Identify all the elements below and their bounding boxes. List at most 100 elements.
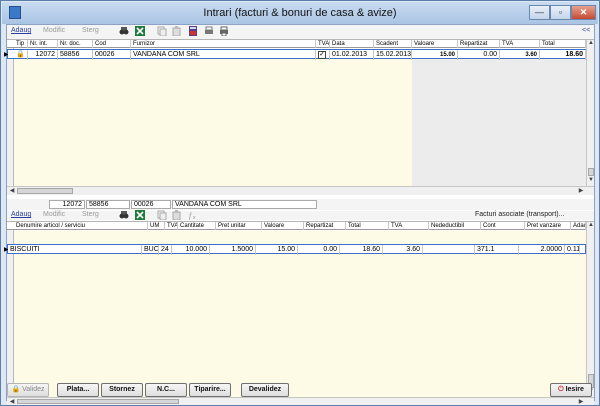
minimize-button[interactable]: —: [529, 5, 550, 20]
col-header[interactable]: Cod: [93, 40, 131, 48]
col-header[interactable]: Nr. int.: [28, 40, 58, 48]
documents-toolbar: Adaug Modific Sterg <<: [7, 25, 594, 39]
cell-repartizat: 0.00: [298, 245, 340, 255]
col-header[interactable]: TVA: [389, 222, 429, 230]
scroll-up-icon[interactable]: ▲: [587, 222, 595, 228]
summary-cod: 00026: [131, 200, 171, 209]
cell-scadent: 15.02.2013: [376, 50, 412, 60]
vertical-scrollbar[interactable]: ▲ ▼: [586, 222, 594, 397]
scroll-right-icon[interactable]: ▶: [577, 398, 585, 405]
cell-cont: 371.1: [475, 245, 519, 255]
col-header[interactable]: Pret vanzare: [525, 222, 571, 230]
col-header[interactable]: Valoare: [262, 222, 304, 230]
validate-label: Validez: [22, 386, 45, 393]
cell-nedeductibil: [423, 245, 475, 255]
horizontal-scrollbar[interactable]: ◀ ▶: [7, 397, 594, 405]
summary-furnizor: VANDANA COM SRL: [172, 200, 317, 209]
col-header[interactable]: Nr. doc.: [58, 40, 93, 48]
cell-cod: 00026: [93, 50, 131, 60]
scroll-down-icon[interactable]: ▼: [587, 177, 595, 183]
add-item-button[interactable]: Adaug: [11, 211, 31, 218]
payment-button[interactable]: Plata...: [57, 383, 99, 397]
excel-export-icon[interactable]: [135, 26, 145, 36]
cell-valoare: 15.00: [256, 245, 298, 255]
lock-icon: 🔒: [14, 50, 28, 60]
svg-text:x: x: [193, 215, 196, 220]
cell-pret-unitar: 1.5000: [210, 245, 256, 255]
horizontal-scrollbar[interactable]: ◀ ▶: [7, 186, 594, 195]
col-header[interactable]: Total: [346, 222, 389, 230]
cell-tva: 3.60: [383, 245, 423, 255]
associated-invoices-link[interactable]: Facturi asociate (transport)...: [475, 211, 564, 218]
accounting-note-button[interactable]: N.C...: [145, 383, 187, 397]
table-row[interactable]: ▶ BISCUITI BUC 24 10.000 1.5000 15.00 0.…: [4, 244, 586, 255]
paste-icon[interactable]: [172, 210, 182, 220]
cell-denumire: BISCUITI: [8, 245, 142, 255]
exit-button[interactable]: ⏻ Iesire: [550, 383, 592, 397]
cell-adaos: 0.11: [567, 245, 580, 255]
col-header[interactable]: Tip: [14, 40, 28, 48]
documents-grid-header: Tip Nr. int. Nr. doc. Cod Furnizor TVA i…: [7, 40, 586, 48]
col-header[interactable]: TVA: [500, 40, 540, 48]
maximize-button[interactable]: ▫: [550, 5, 571, 20]
edit-button[interactable]: Modific: [43, 27, 65, 34]
scroll-left-icon[interactable]: ◀: [8, 398, 16, 405]
close-button[interactable]: ✕: [571, 5, 596, 20]
col-header[interactable]: Valoare: [412, 40, 458, 48]
formula-icon[interactable]: fx: [188, 210, 198, 220]
items-grid: Denumire articol / serviciu UM TVA Canti…: [4, 221, 594, 405]
copy-icon[interactable]: [157, 26, 167, 36]
invalidate-button[interactable]: Devalidez: [241, 383, 289, 397]
col-header[interactable]: TVA: [165, 222, 178, 230]
cell-total: 18.60: [340, 245, 383, 255]
table-row[interactable]: ▶ 🔒 12072 58856 00026 VANDANA COM SRL ✓ …: [4, 49, 586, 60]
col-header[interactable]: Repartizat: [304, 222, 346, 230]
cell-tva: 3.60: [500, 50, 540, 60]
copy-icon[interactable]: [157, 210, 167, 220]
exit-icon: ⏻: [558, 386, 564, 393]
reverse-button[interactable]: Stornez: [101, 383, 143, 397]
col-header[interactable]: Denumire articol / serviciu: [14, 222, 148, 230]
paste-icon[interactable]: [172, 26, 182, 36]
col-header[interactable]: Adaos: [571, 222, 586, 230]
exit-label: Iesire: [565, 386, 584, 393]
delete-button[interactable]: Sterg: [82, 27, 99, 34]
delete-item-button[interactable]: Sterg: [82, 211, 99, 218]
col-header[interactable]: Pret unitar: [216, 222, 262, 230]
cell-um: BUC: [144, 245, 159, 255]
binoculars-icon[interactable]: [119, 26, 129, 36]
col-header[interactable]: TVA i: [316, 40, 330, 48]
col-header[interactable]: Furnizor: [131, 40, 316, 48]
cell-furnizor: VANDANA COM SRL: [131, 50, 316, 60]
print-icon[interactable]: [219, 26, 229, 36]
col-header[interactable]: Repartizat: [458, 40, 500, 48]
col-header[interactable]: Total: [540, 40, 586, 48]
vertical-scrollbar[interactable]: ▲ ▼: [586, 40, 594, 186]
col-header[interactable]: Scadent: [374, 40, 412, 48]
title-bar: Intrari (facturi & bonuri de casa & aviz…: [2, 2, 598, 24]
add-button[interactable]: Adaug: [11, 27, 31, 34]
scroll-left-icon[interactable]: ◀: [8, 187, 16, 194]
collapse-button[interactable]: <<: [582, 27, 590, 34]
col-header[interactable]: Data: [330, 40, 374, 48]
edit-item-button[interactable]: Modific: [43, 211, 65, 218]
scroll-right-icon[interactable]: ▶: [577, 187, 585, 194]
excel-export-icon[interactable]: [135, 210, 145, 220]
col-header[interactable]: UM: [148, 222, 165, 230]
cell-nr-int: 12072: [28, 50, 58, 60]
print-button[interactable]: Tiparire...: [189, 383, 231, 397]
cell-data: 01.02.2013: [330, 50, 374, 60]
summary-nr-doc: 58856: [86, 200, 130, 209]
print-preview-icon[interactable]: [204, 26, 214, 36]
col-header[interactable]: Nedeductibil: [429, 222, 481, 230]
col-header[interactable]: Cont: [481, 222, 525, 230]
row-indicator-column: [7, 40, 14, 186]
calculator-icon[interactable]: [188, 26, 198, 36]
tva-checkbox[interactable]: ✓: [316, 50, 330, 60]
binoculars-icon[interactable]: [119, 210, 129, 220]
col-header[interactable]: Cantitate: [178, 222, 216, 230]
scroll-up-icon[interactable]: ▲: [587, 40, 595, 46]
validate-button[interactable]: 🔒 Validez: [7, 383, 49, 397]
cell-total: 18.60: [540, 50, 586, 60]
cell-pret-vanzare: 2.0000: [519, 245, 565, 255]
